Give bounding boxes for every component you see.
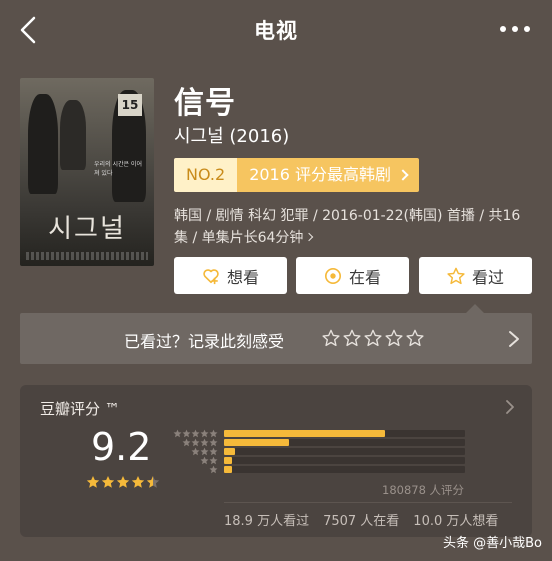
distribution-bar: [224, 457, 232, 464]
chevron-right-icon: [509, 331, 519, 347]
page-title: 电视: [254, 19, 298, 43]
original-title: 시그널 (2016): [174, 126, 290, 147]
rating-star-icon: [101, 476, 115, 488]
distribution-star-icon: [191, 447, 200, 456]
distribution-track: [224, 457, 465, 464]
distribution-row-2: [170, 456, 470, 465]
distribution-stars: [200, 456, 218, 465]
rate-bar-notch: [466, 304, 484, 313]
chevron-right-icon: [506, 400, 514, 414]
distribution-row-5: [170, 429, 470, 438]
watermark: 头条 @善小哉Bo: [442, 536, 542, 551]
distribution-bar: [224, 430, 386, 437]
distribution-star-icon: [209, 456, 218, 465]
distribution-star-icon: [173, 429, 182, 438]
target-icon: [324, 267, 341, 284]
show-meta-text: 韩国 / 剧情 科幻 犯罪 / 2016-01-22(韩国) 首播 / 共16集…: [174, 208, 521, 246]
rate-star-icon[interactable]: [322, 329, 340, 347]
distribution-bar: [224, 466, 233, 473]
show-title: 信号: [174, 86, 236, 121]
rating-star-icon: [86, 476, 100, 488]
rating-card-title: 豆瓣评分 ™: [40, 400, 120, 418]
rating-star-icon: [116, 476, 130, 488]
watched-count: 18.9 万人看过: [224, 514, 310, 529]
top-bar: 电视: [0, 0, 552, 62]
watching-button[interactable]: 在看: [296, 257, 409, 294]
rank-number: NO.2: [174, 158, 238, 192]
rating-stars: [86, 475, 160, 489]
distribution-star-icon: [200, 438, 209, 447]
distribution-track: [224, 466, 465, 473]
chevron-right-icon: [305, 232, 314, 242]
want-label: 想看: [226, 267, 259, 287]
distribution-track: [224, 430, 465, 437]
show-meta[interactable]: 韩国 / 剧情 科幻 犯罪 / 2016-01-22(韩国) 首播 / 共16集…: [174, 205, 524, 249]
rate-prompt-label: 已看过？记录此刻感受: [124, 332, 285, 351]
want-count: 10.0 万人想看: [413, 514, 499, 529]
distribution-bar: [224, 448, 235, 455]
distribution-row-4: [170, 438, 470, 447]
distribution-star-icon: [200, 429, 209, 438]
more-icon[interactable]: [498, 22, 532, 36]
poster-tagline: 우리의 시간은 이어져 있다: [94, 161, 142, 177]
watched-label: 看过: [471, 267, 504, 287]
rate-star-icon[interactable]: [343, 329, 361, 347]
poster-sign: 15: [118, 94, 142, 116]
watching-label: 在看: [348, 267, 381, 287]
distribution-star-icon: [182, 438, 191, 447]
distribution-row-3: [170, 447, 470, 456]
distribution-stars: [182, 438, 218, 447]
distribution-star-icon: [209, 447, 218, 456]
rank-label: 2016 评分最高韩剧: [249, 165, 391, 184]
distribution-star-icon: [200, 456, 209, 465]
distribution-star-icon: [182, 429, 191, 438]
distribution-star-icon: [200, 447, 209, 456]
poster-image[interactable]: 15 우리의 시간은 이어져 있다 시그널: [20, 78, 154, 266]
want-button[interactable]: 想看: [174, 257, 287, 294]
watched-button[interactable]: 看过: [419, 257, 532, 294]
poster-credits: [26, 252, 148, 260]
rate-star-icon[interactable]: [406, 329, 424, 347]
divider: [224, 502, 512, 503]
rank-label-wrap: 2016 评分最高韩剧: [237, 158, 419, 192]
rank-badge[interactable]: NO.2 2016 评分最高韩剧: [174, 158, 419, 192]
distribution-stars: [191, 447, 218, 456]
chevron-right-icon: [397, 169, 409, 181]
poster-title-art: 시그널: [48, 214, 126, 244]
audience-stats: 18.9 万人看过 7507 人在看 10.0 万人想看: [224, 510, 498, 529]
star-icon: [447, 267, 465, 284]
distribution-star-icon: [191, 438, 200, 447]
rating-count: 180878 人评分: [382, 483, 465, 497]
poster-figure-left: [28, 94, 58, 194]
rating-score: 9.2: [91, 425, 152, 469]
distribution-star-icon: [209, 438, 218, 447]
rating-star-icon: [131, 476, 145, 488]
heart-plus-icon: [203, 268, 219, 284]
distribution-track: [224, 448, 465, 455]
rating-star-icon: [146, 476, 160, 488]
distribution-bar: [224, 439, 290, 446]
rate-stars[interactable]: [322, 329, 424, 347]
distribution-stars: [209, 465, 218, 474]
distribution-star-icon: [191, 429, 200, 438]
rate-prompt-bar[interactable]: 已看过？记录此刻感受: [20, 313, 532, 364]
distribution-star-icon: [209, 429, 218, 438]
watching-count: 7507 人在看: [323, 514, 400, 529]
poster-figure-middle: [60, 100, 86, 170]
distribution-track: [224, 439, 465, 446]
rate-star-icon[interactable]: [364, 329, 382, 347]
rating-card[interactable]: 豆瓣评分 ™ 9.2 180878 人评分 18.9 万人看过 7507 人在看…: [20, 385, 532, 537]
distribution-stars: [173, 429, 218, 438]
rate-star-icon[interactable]: [385, 329, 403, 347]
distribution-row-1: [170, 465, 470, 474]
distribution-star-icon: [209, 465, 218, 474]
